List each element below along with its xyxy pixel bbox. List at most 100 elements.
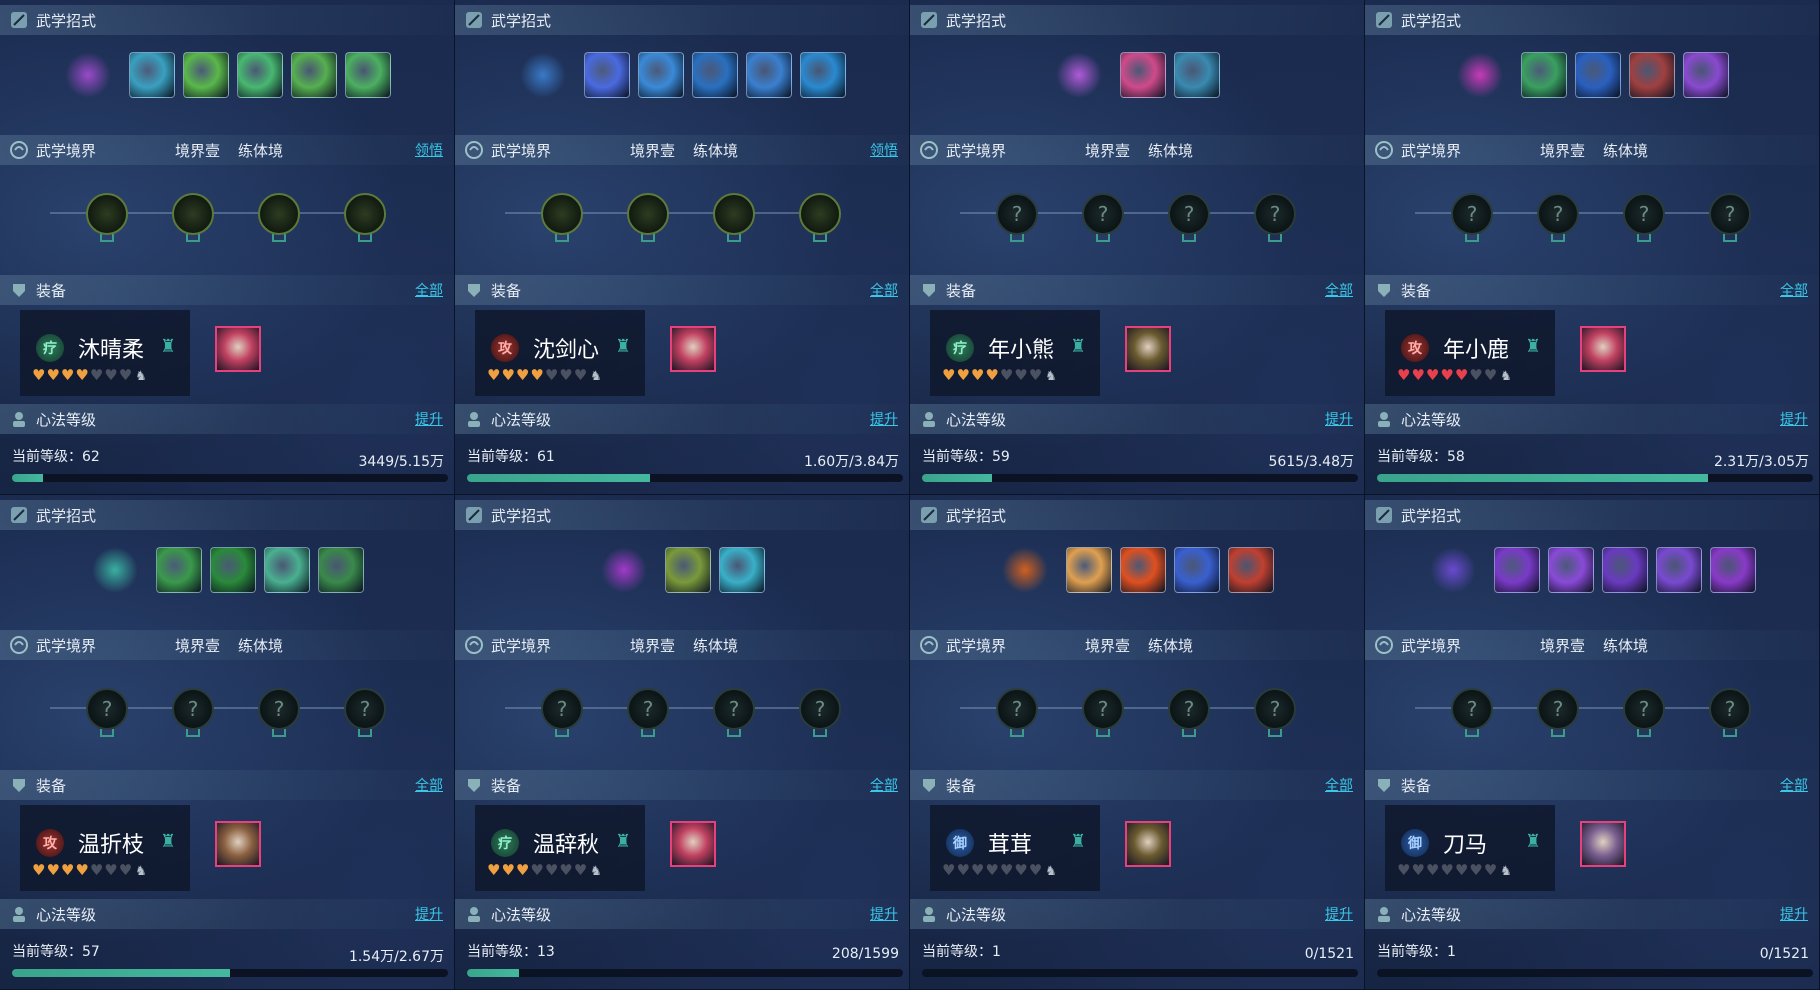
realm-node[interactable] [627, 193, 669, 235]
skill-icon[interactable] [583, 52, 630, 98]
skill-icon[interactable] [155, 547, 202, 593]
equipment-slot[interactable] [1580, 821, 1626, 867]
realm-node[interactable] [344, 193, 386, 235]
skill-icon[interactable] [1520, 52, 1567, 98]
skill-icon[interactable] [1119, 52, 1166, 98]
skill-icon[interactable] [600, 547, 647, 593]
character-card[interactable]: 御刀马 ♜ ♥♥♥♥♥♥♥ ♞ [1385, 805, 1555, 891]
realm-node[interactable]: ? [172, 688, 214, 730]
comprehend-link[interactable]: 领悟 [870, 140, 898, 160]
realm-node[interactable]: ? [1082, 193, 1124, 235]
skill-icon[interactable] [1547, 547, 1594, 593]
realm-node[interactable]: ? [799, 688, 841, 730]
realm-node[interactable]: ? [996, 688, 1038, 730]
upgrade-link[interactable]: 提升 [1325, 409, 1353, 429]
realm-node[interactable]: ? [344, 688, 386, 730]
skill-icon[interactable] [1173, 52, 1220, 98]
skill-icon[interactable] [209, 547, 256, 593]
equip-all-link[interactable]: 全部 [415, 280, 443, 300]
realm-node[interactable] [172, 193, 214, 235]
realm-node[interactable]: ? [1254, 688, 1296, 730]
skill-icon[interactable] [1682, 52, 1729, 98]
character-card[interactable]: 御茸茸 ♜ ♥♥♥♥♥♥♥ ♞ [930, 805, 1100, 891]
realm-node[interactable]: ? [258, 688, 300, 730]
realm-node[interactable]: ? [713, 688, 755, 730]
realm-node[interactable]: ? [627, 688, 669, 730]
equip-all-link[interactable]: 全部 [870, 280, 898, 300]
skill-icon[interactable] [1065, 547, 1112, 593]
skill-icon[interactable] [1601, 547, 1648, 593]
skill-icon[interactable] [1628, 52, 1675, 98]
skill-icon[interactable] [182, 52, 229, 98]
upgrade-link[interactable]: 提升 [870, 409, 898, 429]
skill-icon[interactable] [128, 52, 175, 98]
equipment-slot[interactable] [1125, 821, 1171, 867]
equipment-slot[interactable] [670, 821, 716, 867]
skill-icon[interactable] [1055, 52, 1102, 98]
realm-node[interactable]: ? [1709, 688, 1751, 730]
skill-icon[interactable] [64, 52, 111, 98]
skill-icon[interactable] [236, 52, 283, 98]
realm-node[interactable]: ? [1709, 193, 1751, 235]
skill-icon[interactable] [745, 52, 792, 98]
skill-icon[interactable] [799, 52, 846, 98]
realm-node[interactable]: ? [1623, 193, 1665, 235]
character-card[interactable]: 攻沈剑心 ♜ ♥♥♥♥♥♥♥ ♞ [475, 310, 645, 396]
skill-icon[interactable] [290, 52, 337, 98]
skill-icon[interactable] [1173, 547, 1220, 593]
realm-node[interactable]: ? [1451, 193, 1493, 235]
realm-node[interactable]: ? [541, 688, 583, 730]
realm-node[interactable]: ? [996, 193, 1038, 235]
skill-icon[interactable] [317, 547, 364, 593]
realm-node[interactable]: ? [1537, 688, 1579, 730]
equip-all-link[interactable]: 全部 [870, 775, 898, 795]
skill-icon[interactable] [1001, 547, 1048, 593]
skill-icon[interactable] [1227, 547, 1274, 593]
realm-node[interactable]: ? [86, 688, 128, 730]
skill-icon[interactable] [718, 547, 765, 593]
skill-icon[interactable] [1456, 52, 1503, 98]
realm-node[interactable] [258, 193, 300, 235]
skill-icon[interactable] [637, 52, 684, 98]
upgrade-link[interactable]: 提升 [415, 409, 443, 429]
character-card[interactable]: 疗沐晴柔 ♜ ♥♥♥♥♥♥♥ ♞ [20, 310, 190, 396]
character-card[interactable]: 攻年小鹿 ♜ ♥♥♥♥♥♥♥ ♞ [1385, 310, 1555, 396]
equipment-slot[interactable] [1125, 326, 1171, 372]
equip-all-link[interactable]: 全部 [1325, 775, 1353, 795]
skill-icon[interactable] [664, 547, 711, 593]
character-card[interactable]: 攻温折枝 ♜ ♥♥♥♥♥♥♥ ♞ [20, 805, 190, 891]
realm-node[interactable] [541, 193, 583, 235]
realm-node[interactable]: ? [1082, 688, 1124, 730]
skill-icon[interactable] [1574, 52, 1621, 98]
skill-icon[interactable] [691, 52, 738, 98]
upgrade-link[interactable]: 提升 [415, 904, 443, 924]
skill-icon[interactable] [91, 547, 138, 593]
skill-icon[interactable] [1655, 547, 1702, 593]
realm-node[interactable] [799, 193, 841, 235]
skill-icon[interactable] [1709, 547, 1756, 593]
upgrade-link[interactable]: 提升 [1325, 904, 1353, 924]
realm-node[interactable] [713, 193, 755, 235]
realm-node[interactable]: ? [1537, 193, 1579, 235]
realm-node[interactable]: ? [1254, 193, 1296, 235]
realm-node[interactable]: ? [1451, 688, 1493, 730]
upgrade-link[interactable]: 提升 [870, 904, 898, 924]
equip-all-link[interactable]: 全部 [1325, 280, 1353, 300]
upgrade-link[interactable]: 提升 [1780, 409, 1808, 429]
character-card[interactable]: 疗年小熊 ♜ ♥♥♥♥♥♥♥ ♞ [930, 310, 1100, 396]
skill-icon[interactable] [1493, 547, 1540, 593]
skill-icon[interactable] [263, 547, 310, 593]
equipment-slot[interactable] [215, 821, 261, 867]
skill-icon[interactable] [344, 52, 391, 98]
realm-node[interactable]: ? [1168, 688, 1210, 730]
upgrade-link[interactable]: 提升 [1780, 904, 1808, 924]
equip-all-link[interactable]: 全部 [415, 775, 443, 795]
equip-all-link[interactable]: 全部 [1780, 775, 1808, 795]
equipment-slot[interactable] [215, 326, 261, 372]
skill-icon[interactable] [519, 52, 566, 98]
realm-node[interactable]: ? [1623, 688, 1665, 730]
character-card[interactable]: 疗温辞秋 ♜ ♥♥♥♥♥♥♥ ♞ [475, 805, 645, 891]
equip-all-link[interactable]: 全部 [1780, 280, 1808, 300]
realm-node[interactable] [86, 193, 128, 235]
skill-icon[interactable] [1429, 547, 1476, 593]
